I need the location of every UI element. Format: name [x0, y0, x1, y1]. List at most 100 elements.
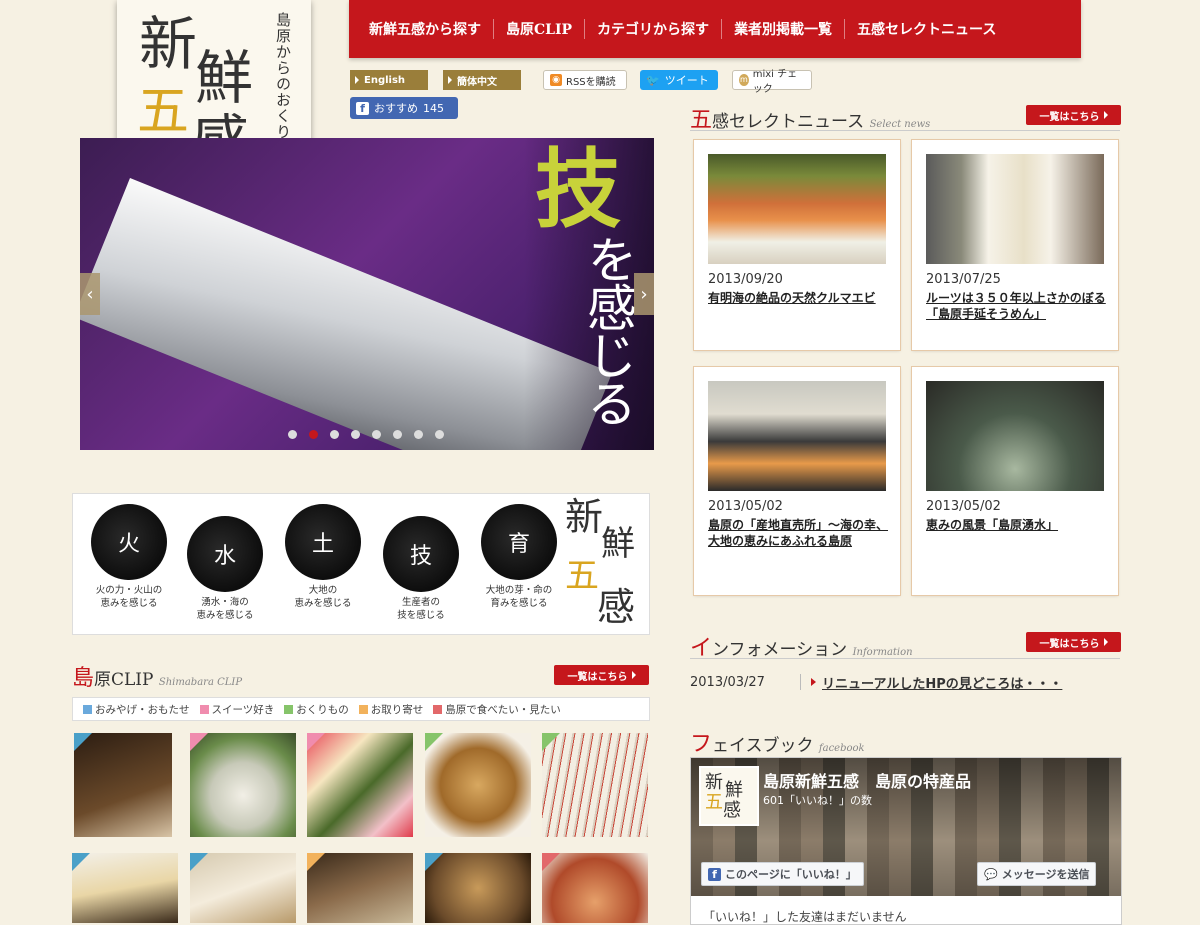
facebook-section-title: フェイスブック facebook — [690, 726, 865, 758]
clip-thumb-sake[interactable] — [74, 733, 172, 837]
chinese-button[interactable]: 簡体中文 — [443, 70, 521, 90]
clip-thumb-eel[interactable] — [307, 853, 413, 923]
gokan-item[interactable]: 水湧水・海の 恵みを感じる — [177, 494, 273, 634]
news-date: 2013/05/02 — [708, 499, 783, 514]
facebook-like-page-button[interactable]: f このページに「いいね！」 — [701, 862, 864, 886]
mixi-icon: m — [739, 74, 749, 86]
gokan-circle: 火 — [91, 504, 167, 580]
gokan-item[interactable]: 火火の力・火山の 恵みを感じる — [81, 494, 177, 634]
clip-thumb-cheesecake[interactable] — [72, 853, 178, 923]
clip-thumb-hotpot[interactable] — [542, 853, 648, 923]
clip-tag-label: おみやげ・おもたせ — [95, 703, 190, 716]
rss-icon: ◉ — [550, 74, 562, 86]
clip-thumb-somen[interactable] — [542, 733, 648, 837]
clip-flag — [425, 853, 443, 871]
clip-more-button[interactable]: 一覧はこちら — [554, 665, 649, 685]
tag-color-icon — [433, 704, 443, 714]
hero-prev-button[interactable]: ‹ — [80, 273, 100, 315]
clip-tag[interactable]: 島原で食べたい・見たい — [433, 702, 561, 717]
news-image-spring — [926, 381, 1104, 491]
clip-flag — [425, 733, 443, 751]
like-page-label: このページに「いいね！」 — [725, 868, 857, 881]
arrow-right-icon — [1103, 111, 1108, 119]
message-label: メッセージを送信 — [1001, 868, 1090, 881]
arrow-right-icon — [1103, 638, 1108, 646]
gokan-caption-line: 恵みを感じる — [196, 610, 254, 621]
news-more-label: 一覧はこちら — [1039, 111, 1100, 123]
news-image-farmers — [708, 381, 886, 491]
hero-dot[interactable] — [393, 430, 402, 439]
clip-flag — [307, 853, 325, 871]
gokan-item[interactable]: 育大地の芽・命の 育みを感じる — [471, 494, 567, 634]
clip-tag[interactable]: スイーツ好き — [199, 702, 274, 717]
hero-dot[interactable] — [330, 430, 339, 439]
hero-slider[interactable]: 技 を感じる ‹ › — [80, 138, 654, 450]
english-button[interactable]: English — [350, 70, 428, 90]
hero-dot[interactable] — [435, 430, 444, 439]
avatar-char: 鮮 — [725, 780, 743, 801]
band-logo-char-4: 感 — [597, 585, 636, 629]
news-title-link[interactable]: 恵みの風景「島原湧水」 — [926, 517, 1106, 533]
news-card-2[interactable]: 2013/07/25 ルーツは３５０年以上さかのぼる「島原手延そうめん」 — [912, 140, 1118, 350]
news-card-3[interactable]: 2013/05/02 島原の「産地直売所」～海の幸、大地の恵みにあふれる島原 — [694, 367, 900, 595]
clip-thumb-seafood[interactable] — [190, 733, 296, 837]
clip-tag[interactable]: おくりもの — [284, 702, 349, 717]
tweet-label: ツイート — [664, 74, 709, 87]
tag-color-icon — [199, 704, 209, 714]
hero-dot[interactable] — [288, 430, 297, 439]
band-logo-char-3: 五 — [565, 556, 599, 596]
nav-item-select-news[interactable]: 五感セレクトニュース — [845, 19, 1008, 39]
gokan-item[interactable]: 技生産者の 技を感じる — [373, 494, 469, 634]
facebook-title-sub: facebook — [818, 743, 865, 754]
news-title-link[interactable]: 島原の「産地直売所」～海の幸、大地の恵みにあふれる島原 — [708, 517, 888, 549]
info-title-link[interactable]: リニューアルしたHPの見どころは・・・ — [822, 673, 1062, 692]
hero-dot[interactable] — [414, 430, 423, 439]
hero-next-button[interactable]: › — [634, 273, 654, 315]
chevron-left-icon: ‹ — [86, 283, 94, 305]
news-card-4[interactable]: 2013/05/02 恵みの風景「島原湧水」 — [912, 367, 1118, 595]
news-title-link[interactable]: 有明海の絶品の天然クルマエビ — [708, 290, 888, 306]
clip-tag[interactable]: おみやげ・おもたせ — [83, 702, 190, 717]
clip-thumb-gift[interactable] — [190, 853, 296, 923]
facebook-message-button[interactable]: 💬 メッセージを送信 — [977, 862, 1097, 886]
clip-flag — [72, 853, 90, 871]
facebook-title-rest: ェイスブック — [712, 736, 814, 756]
fb-recommend-button[interactable]: f おすすめ 145 — [350, 97, 458, 119]
facebook-like-box: 新 鮮 五 感 島原新鮮五感 島原の特産品 601「いいね！」の数 f このペー… — [690, 757, 1122, 925]
band-logo-char-2: 鮮 — [601, 524, 635, 564]
gokan-caption-line: 恵みを感じる — [294, 598, 352, 609]
info-more-button[interactable]: 一覧はこちら — [1026, 632, 1121, 652]
hero-dot[interactable] — [309, 430, 318, 439]
tweet-button[interactable]: 🐦 ツイート — [640, 70, 718, 90]
clip-flag — [542, 733, 560, 751]
clip-thumb-chicken[interactable] — [425, 853, 531, 923]
gokan-circle: 技 — [383, 516, 459, 592]
clip-tag-label: 島原で食べたい・見たい — [445, 703, 561, 716]
rss-button[interactable]: ◉ RSSを購読 — [543, 70, 627, 90]
gokan-item[interactable]: 土大地の 恵みを感じる — [275, 494, 371, 634]
mixi-check-button[interactable]: m mixi チェック — [732, 69, 812, 95]
clip-tag[interactable]: お取り寄せ — [358, 702, 423, 717]
facebook-icon: f — [356, 101, 369, 115]
gokan-caption: 湧水・海の 恵みを感じる — [177, 596, 273, 622]
avatar-char: 感 — [723, 800, 741, 821]
clip-thumb-dried-fish[interactable] — [425, 733, 531, 837]
news-title-link[interactable]: ルーツは３５０年以上さかのぼる「島原手延そうめん」 — [926, 290, 1106, 322]
nav-item-shimabara-clip[interactable]: 島原CLIP — [494, 19, 586, 39]
hero-dot[interactable] — [372, 430, 381, 439]
nav-item-search-gokan[interactable]: 新鮮五感から探す — [349, 19, 494, 39]
nav-item-vendors[interactable]: 業者別掲載一覧 — [722, 19, 846, 39]
facebook-page-avatar[interactable]: 新 鮮 五 感 — [699, 766, 759, 826]
gokan-caption: 生産者の 技を感じる — [373, 596, 469, 622]
chevron-right-icon: › — [640, 283, 648, 305]
news-title-rest: 感セレクトニュース — [712, 112, 865, 132]
facebook-page-name[interactable]: 島原新鮮五感 島原の特産品 — [763, 768, 971, 792]
news-more-button[interactable]: 一覧はこちら — [1026, 105, 1121, 125]
info-row[interactable]: 2013/03/27 リニューアルしたHPの見どころは・・・ — [690, 672, 1120, 692]
nav-item-category[interactable]: カテゴリから探す — [585, 19, 723, 39]
gokan-caption: 火の力・火山の 恵みを感じる — [81, 584, 177, 610]
clip-thumb-sweets[interactable] — [307, 733, 413, 837]
news-card-1[interactable]: 2013/09/20 有明海の絶品の天然クルマエビ — [694, 140, 900, 350]
gokan-caption: 大地の芽・命の 育みを感じる — [471, 584, 567, 610]
hero-dot[interactable] — [351, 430, 360, 439]
